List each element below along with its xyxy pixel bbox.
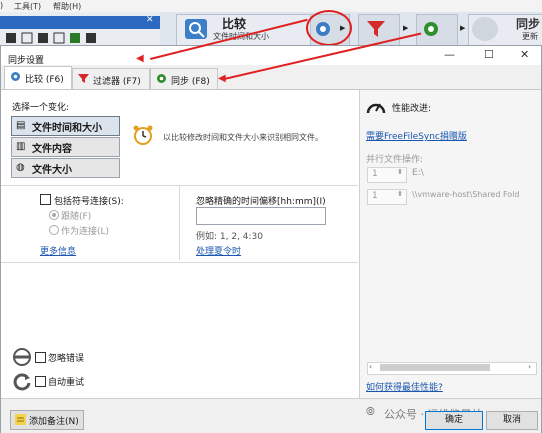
clock-file-icon: ▤: [16, 120, 26, 131]
time-shift-example: 例如: 1, 2, 4:30: [196, 232, 263, 242]
tab-filter-label: 过滤器 (F7): [93, 77, 141, 87]
symlink-follow-label: 跟随(F): [61, 212, 92, 222]
add-note-button[interactable]: 添加备注(N): [10, 410, 84, 430]
divider: [179, 186, 180, 260]
symlink-follow-radio[interactable]: [49, 210, 59, 220]
menu-prefix: ): [0, 1, 4, 10]
parallel-count-value: 1: [372, 191, 378, 201]
select-variant-label: 选择一个变化:: [12, 103, 70, 113]
auto-retry-label: 自动重试: [48, 378, 85, 388]
annotation-arrowhead: ◀: [218, 73, 226, 84]
variant-content-button[interactable]: ▥ 文件内容: [11, 137, 120, 157]
parallel-path: \\vmware-host\Shared Fold: [412, 190, 520, 199]
highlight-circle: [306, 10, 352, 46]
sync-arrows-icon: [472, 17, 498, 41]
variant-description: 以比较修改时间和文件大小来识别相同文件。: [163, 133, 323, 142]
file-size-icon: ◍: [16, 162, 25, 173]
background-close-icon[interactable]: ✕: [146, 15, 154, 25]
best-performance-link[interactable]: 如何获得最佳性能?: [366, 380, 443, 393]
spinner-arrows-icon: ⬍: [397, 168, 403, 176]
file-content-icon: ▥: [16, 141, 26, 152]
background-menubar: ) 工具(T) 帮助(H): [0, 0, 542, 12]
tab-sync-label: 同步 (F8): [171, 77, 210, 87]
dropdown-arrow-icon: ▶: [403, 24, 409, 32]
background-folder-icons: [6, 32, 116, 44]
scroll-left-icon[interactable]: ‹: [369, 362, 372, 371]
time-shift-input[interactable]: [196, 207, 326, 225]
auto-retry-checkbox[interactable]: [35, 376, 46, 387]
speedometer-icon: [366, 98, 386, 119]
performance-title: 性能改进:: [392, 104, 432, 114]
parallel-count-value: 1: [372, 169, 378, 179]
maximize-icon[interactable]: ☐: [484, 48, 494, 61]
sync-button-label: 同步: [516, 17, 541, 31]
alarm-clock-icon: [132, 124, 154, 149]
sync-button-sublabel: 更新: [522, 32, 538, 41]
tab-compare-label: 比较 (F6): [25, 75, 64, 85]
minimize-icon[interactable]: —: [444, 48, 455, 61]
symlink-as-link-label: 作为连接(L): [61, 227, 110, 237]
parallel-path: E:\: [412, 168, 424, 178]
ok-button[interactable]: 确定: [425, 411, 483, 430]
menu-help[interactable]: 帮助(H): [53, 1, 81, 12]
parallel-count-spinner[interactable]: 1 ⬍: [367, 189, 407, 205]
variant-time-size-button[interactable]: ▤ 文件时间和大小: [11, 116, 120, 136]
auto-retry-icon: [12, 372, 32, 395]
symlinks-checkbox[interactable]: [40, 194, 51, 205]
cancel-button[interactable]: 取消: [486, 411, 538, 430]
variant-size-label: 文件大小: [32, 165, 72, 176]
parallel-count-spinner[interactable]: 1 ⬍: [367, 167, 407, 183]
tab-compare[interactable]: 比较 (F6): [4, 66, 72, 89]
add-note-label: 添加备注(N): [29, 417, 79, 427]
gear-blue-icon: [10, 71, 21, 85]
dst-link[interactable]: 处理夏令时: [196, 244, 241, 257]
ignore-errors-icon: [12, 348, 32, 369]
tab-filter[interactable]: 过滤器 (F7): [72, 68, 150, 89]
ignore-errors-label: 忽略错误: [48, 354, 85, 364]
dropdown-arrow-icon: ▶: [460, 24, 466, 32]
scroll-right-icon[interactable]: ›: [528, 362, 531, 371]
filter-icon: [78, 73, 89, 87]
spinner-arrows-icon: ⬍: [397, 190, 403, 198]
symlinks-label: 包括符号连接(S):: [54, 197, 124, 207]
background-left-titlebar: [0, 16, 160, 29]
variant-time-size-label: 文件时间和大小: [32, 123, 102, 134]
green-gear-icon: [422, 20, 440, 41]
symlink-as-link-radio[interactable]: [49, 225, 59, 235]
tab-sync[interactable]: 同步 (F8): [150, 68, 218, 89]
divider: [1, 262, 358, 263]
variant-size-button[interactable]: ◍ 文件大小: [11, 158, 120, 178]
variant-content-label: 文件内容: [32, 144, 72, 155]
ignore-time-shift-label: 忽略精确的时间偏移[hh:mm](I): [196, 197, 326, 207]
compare-search-icon: [185, 19, 207, 39]
parallel-ops-label: 并行文件操作:: [366, 155, 424, 165]
close-icon[interactable]: ✕: [520, 48, 529, 61]
menu-tools[interactable]: 工具(T): [14, 1, 41, 12]
compare-button-label: 比较: [222, 17, 247, 31]
wechat-icon: ⦾: [366, 405, 375, 418]
gear-green-icon: [156, 73, 167, 87]
scrollbar-thumb[interactable]: [380, 364, 490, 371]
more-info-link[interactable]: 更多信息: [40, 244, 76, 257]
donation-edition-link[interactable]: 需要FreeFileSync捐赠版: [366, 129, 467, 142]
note-icon: [15, 414, 26, 428]
red-filter-icon: [366, 19, 386, 42]
ignore-errors-checkbox[interactable]: [35, 352, 46, 363]
annotation-arrowhead: ◀: [136, 53, 144, 64]
